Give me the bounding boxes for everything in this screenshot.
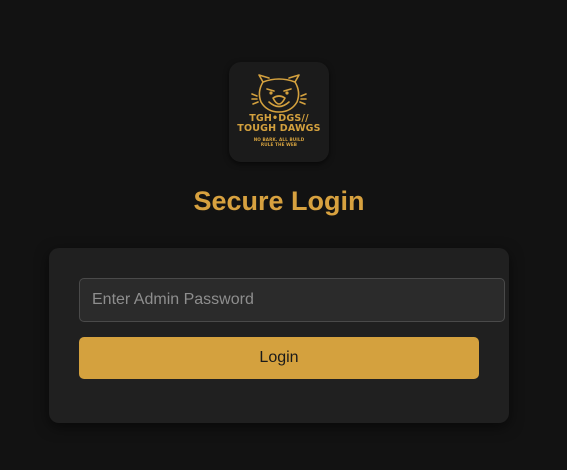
brand-logo: TGH•DGS// TOUGH DAWGS NO BARK. ALL BUILD… bbox=[229, 62, 329, 162]
bulldog-head-icon bbox=[251, 74, 307, 113]
password-input[interactable] bbox=[79, 278, 505, 322]
login-button[interactable]: Login bbox=[79, 337, 479, 379]
logo-text-name: TOUGH DAWGS bbox=[237, 123, 321, 134]
logo-tagline-2: RULE THE WEB bbox=[260, 142, 298, 147]
page-title: Secure Login bbox=[193, 186, 365, 216]
login-form-card: Login bbox=[49, 248, 509, 423]
